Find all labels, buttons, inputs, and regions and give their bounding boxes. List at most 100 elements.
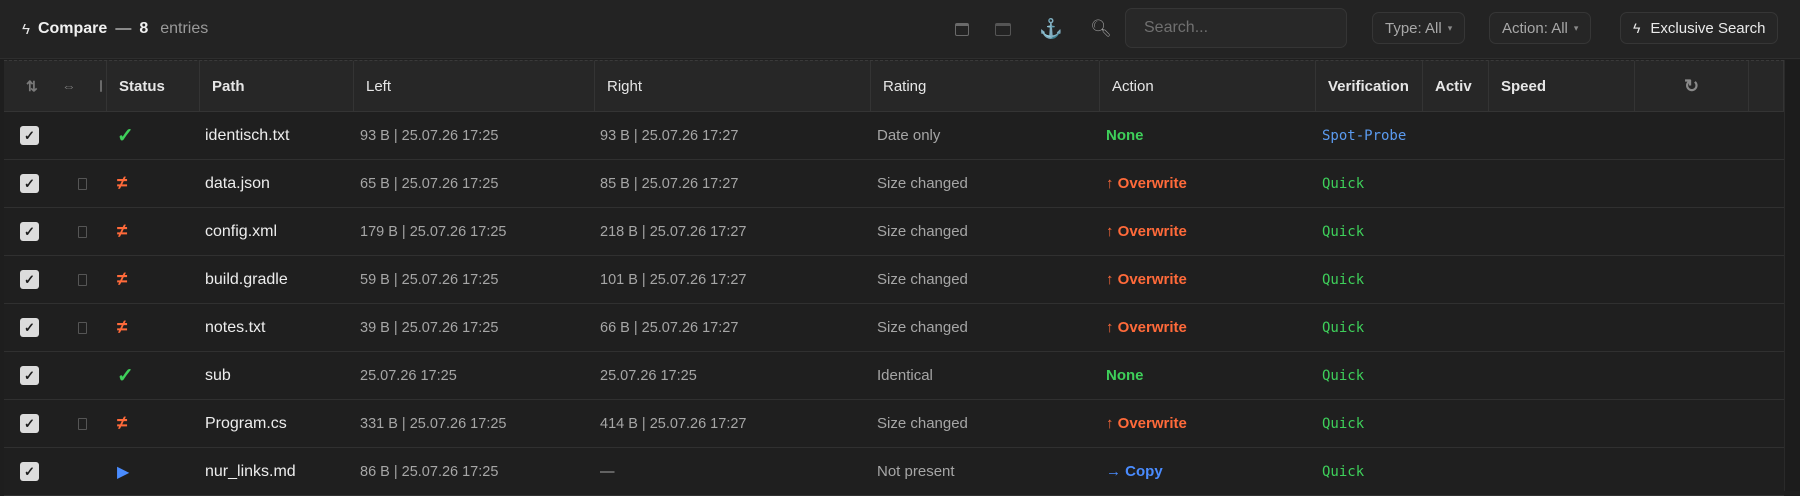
- path-cell[interactable]: config.xml: [205, 208, 355, 255]
- window-icon[interactable]: [951, 18, 973, 40]
- table-row[interactable]: ✓ ▶ nur_links.md 86 B | 25.07.26 17:25 — Not …: [4, 448, 1784, 496]
- row-doc-cell[interactable]: [78, 160, 94, 207]
- column-path[interactable]: Path: [200, 61, 354, 111]
- row-checkbox[interactable]: ✓: [20, 126, 39, 145]
- action-cell[interactable]: None: [1106, 352, 1311, 399]
- row-checkbox[interactable]: ✓: [20, 174, 39, 193]
- verification-text: Spot-Probe: [1322, 127, 1407, 144]
- status-cell: ≠: [117, 160, 157, 207]
- row-checkbox-cell[interactable]: ✓: [20, 160, 50, 207]
- column-rating[interactable]: Rating: [871, 61, 1100, 111]
- column-left[interactable]: Left: [354, 61, 595, 111]
- row-doc-cell[interactable]: [78, 208, 94, 255]
- anchor-icon[interactable]: ⚓: [1039, 18, 1063, 40]
- type-filter-dropdown[interactable]: Type: All ▾: [1372, 12, 1466, 44]
- column-action[interactable]: Action: [1100, 61, 1316, 111]
- document-icon[interactable]: [78, 177, 87, 190]
- table-row[interactable]: ✓ ≠ build.gradle 59 B | 25.07.26 17:25 101 B…: [4, 256, 1784, 304]
- action-text: None: [1106, 367, 1144, 384]
- status-different-icon: ≠: [117, 412, 128, 434]
- table-row[interactable]: ✓ ✓ sub 25.07.26 17:25 25.07.26 17:25 Identic…: [4, 352, 1784, 400]
- row-doc-cell[interactable]: [78, 304, 94, 351]
- row-checkbox[interactable]: ✓: [20, 222, 39, 241]
- table-row[interactable]: ✓ ≠ config.xml 179 B | 25.07.26 17:25 218 B …: [4, 208, 1784, 256]
- refresh-icon[interactable]: ↻: [1635, 61, 1749, 111]
- action-cell[interactable]: ↑ Overwrite: [1106, 256, 1311, 303]
- action-cell[interactable]: → Copy: [1106, 448, 1311, 495]
- path-cell[interactable]: data.json: [205, 160, 355, 207]
- row-checkbox-cell[interactable]: ✓: [20, 304, 50, 351]
- status-different-icon: ≠: [117, 316, 128, 338]
- action-cell[interactable]: None: [1106, 112, 1311, 159]
- zoom-search-icon[interactable]: 🔍︎: [1090, 18, 1112, 40]
- exclusive-search-button[interactable]: ϟ Exclusive Search: [1620, 12, 1779, 44]
- row-checkbox[interactable]: ✓: [20, 366, 39, 385]
- left-cell: 59 B | 25.07.26 17:25: [360, 256, 590, 303]
- sort-icon[interactable]: ⇅: [26, 78, 38, 95]
- entry-count: 8: [139, 20, 149, 37]
- right-meta: 101 B | 25.07.26 17:27: [600, 271, 747, 288]
- left-meta: 59 B | 25.07.26 17:25: [360, 271, 499, 288]
- path-cell[interactable]: nur_links.md: [205, 448, 355, 495]
- document-icon[interactable]: [78, 273, 87, 286]
- rating-text: Date only: [877, 127, 941, 144]
- table-row[interactable]: ✓ ≠ notes.txt 39 B | 25.07.26 17:25 66 B | 2…: [4, 304, 1784, 352]
- row-checkbox[interactable]: ✓: [20, 270, 39, 289]
- row-checkbox[interactable]: ✓: [20, 462, 39, 481]
- table-row[interactable]: ✓ ≠ Program.cs 331 B | 25.07.26 17:25 414 B …: [4, 400, 1784, 448]
- row-checkbox[interactable]: ✓: [20, 414, 39, 433]
- vertical-scrollbar[interactable]: [1784, 60, 1800, 491]
- action-cell[interactable]: ↑ Overwrite: [1106, 400, 1311, 447]
- column-verification[interactable]: Verification: [1316, 61, 1423, 111]
- status-identical-icon: ✓: [117, 365, 134, 387]
- status-left-only-icon: ▶: [117, 463, 130, 481]
- action-text: ↑ Overwrite: [1106, 223, 1187, 240]
- row-checkbox[interactable]: ✓: [20, 318, 39, 337]
- folder-icon[interactable]: [992, 18, 1014, 40]
- title-dash: —: [115, 20, 132, 37]
- row-checkbox-cell[interactable]: ✓: [20, 448, 50, 495]
- action-filter-dropdown[interactable]: Action: All ▾: [1489, 12, 1592, 44]
- verification-cell: Quick: [1322, 400, 1482, 447]
- column-speed[interactable]: Speed: [1489, 61, 1635, 111]
- verification-text: Quick: [1322, 415, 1365, 432]
- action-cell[interactable]: ↑ Overwrite: [1106, 160, 1311, 207]
- swap-icon[interactable]: ⇔: [62, 78, 76, 94]
- right-meta: 25.07.26 17:25: [600, 367, 697, 384]
- row-checkbox-cell[interactable]: ✓: [20, 112, 50, 159]
- rating-text: Size changed: [877, 223, 968, 240]
- row-checkbox-cell[interactable]: ✓: [20, 208, 50, 255]
- path-cell[interactable]: sub: [205, 352, 355, 399]
- table-body: ✓ ✓ identisch.txt 93 B | 25.07.26 17:25 93 B…: [4, 112, 1784, 496]
- verification-cell: Quick: [1322, 208, 1482, 255]
- action-cell[interactable]: ↑ Overwrite: [1106, 304, 1311, 351]
- path-cell[interactable]: build.gradle: [205, 256, 355, 303]
- document-icon[interactable]: [78, 417, 87, 430]
- path-text: nur_links.md: [205, 462, 296, 480]
- row-checkbox-cell[interactable]: ✓: [20, 256, 50, 303]
- status-identical-icon: ✓: [117, 125, 134, 147]
- path-cell[interactable]: identisch.txt: [205, 112, 355, 159]
- document-icon[interactable]: [78, 321, 87, 334]
- row-doc-cell[interactable]: [78, 400, 94, 447]
- column-activ[interactable]: Activ: [1423, 61, 1489, 111]
- row-checkbox-cell[interactable]: ✓: [20, 352, 50, 399]
- rating-cell: Size changed: [877, 400, 1097, 447]
- rating-cell: Identical: [877, 352, 1097, 399]
- path-cell[interactable]: Program.cs: [205, 400, 355, 447]
- action-text: ↑ Overwrite: [1106, 415, 1187, 432]
- document-icon[interactable]: [99, 80, 102, 92]
- path-cell[interactable]: notes.txt: [205, 304, 355, 351]
- search-input[interactable]: Search...: [1125, 8, 1347, 48]
- column-right[interactable]: Right: [595, 61, 871, 111]
- table-row[interactable]: ✓ ≠ data.json 65 B | 25.07.26 17:25 85 B | 2…: [4, 160, 1784, 208]
- document-icon[interactable]: [78, 225, 87, 238]
- entries-label: entries: [160, 20, 209, 37]
- column-status[interactable]: Status: [107, 61, 200, 111]
- right-meta: 85 B | 25.07.26 17:27: [600, 175, 739, 192]
- row-checkbox-cell[interactable]: ✓: [20, 400, 50, 447]
- action-cell[interactable]: ↑ Overwrite: [1106, 208, 1311, 255]
- row-doc-cell[interactable]: [78, 256, 94, 303]
- table-row[interactable]: ✓ ✓ identisch.txt 93 B | 25.07.26 17:25 93 B…: [4, 112, 1784, 160]
- compare-table: ⇅ ⇔ Status Path Left Right Rating Action…: [4, 60, 1784, 496]
